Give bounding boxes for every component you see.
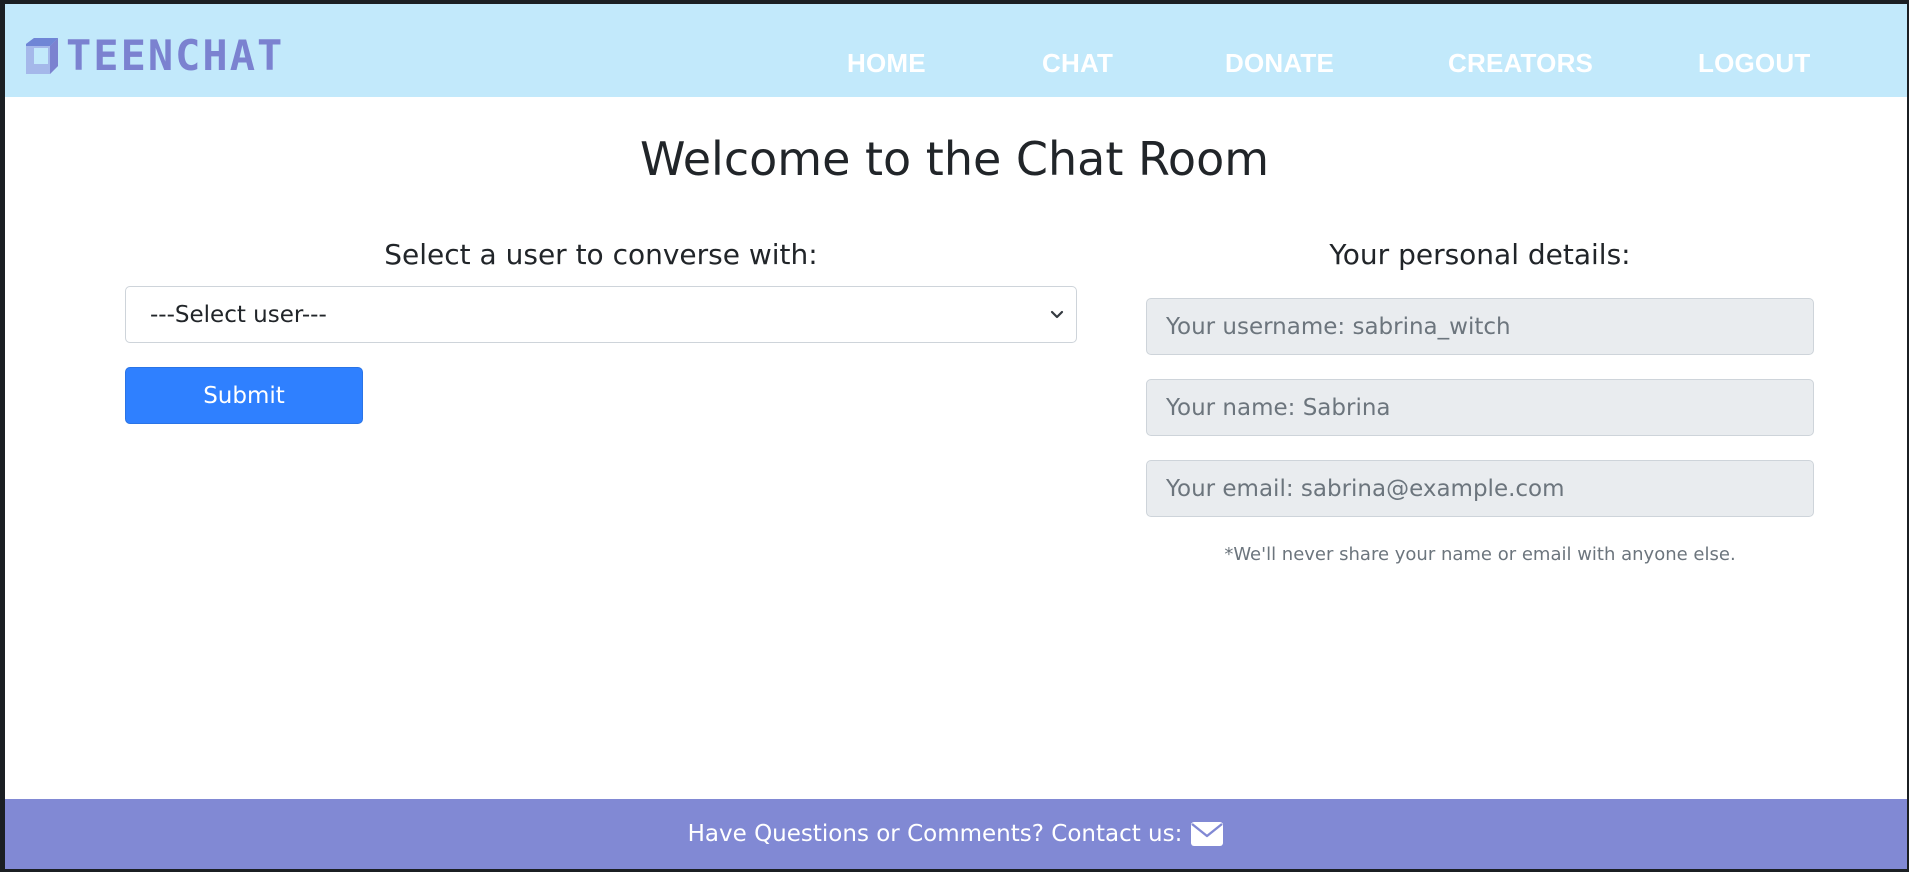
username-field[interactable]: Your username: sabrina_witch [1146,298,1814,355]
window-frame [0,0,1909,872]
envelope-icon[interactable] [1190,821,1224,847]
username-field-placeholder: Your username: sabrina_witch [1166,313,1511,340]
navbar: TEENCHAT HOME CHAT DONATE CREATORS LOGOU… [5,4,1907,97]
personal-details-heading: Your personal details: [1329,238,1631,271]
brand-name: TEENCHAT [66,31,285,80]
email-field-placeholder: Your email: sabrina@example.com [1166,475,1565,502]
brand[interactable]: TEENCHAT [22,34,284,78]
nav-logout-link[interactable]: LOGOUT [1698,48,1810,79]
chevron-down-icon [1046,304,1068,326]
select-user-heading: Select a user to converse with: [384,238,818,271]
nav-chat-link[interactable]: CHAT [1042,48,1113,79]
nav-creators-link[interactable]: CREATORS [1448,48,1593,79]
nav-donate-link[interactable]: DONATE [1225,48,1334,79]
page-title: Welcome to the Chat Room [639,132,1270,186]
nav-home-link[interactable]: HOME [847,48,926,79]
submit-button[interactable]: Submit [125,367,363,424]
user-select-value: ---Select user--- [150,301,327,328]
email-field[interactable]: Your email: sabrina@example.com [1146,460,1814,517]
name-field[interactable]: Your name: Sabrina [1146,379,1814,436]
user-select[interactable]: ---Select user--- [125,286,1077,343]
teenchat-logo-icon [22,36,62,76]
privacy-help-text: *We'll never share your name or email wi… [1224,544,1736,565]
footer: Have Questions or Comments? Contact us: [5,799,1907,869]
name-field-placeholder: Your name: Sabrina [1166,394,1391,421]
footer-contact-text: Have Questions or Comments? Contact us: [687,821,1183,847]
